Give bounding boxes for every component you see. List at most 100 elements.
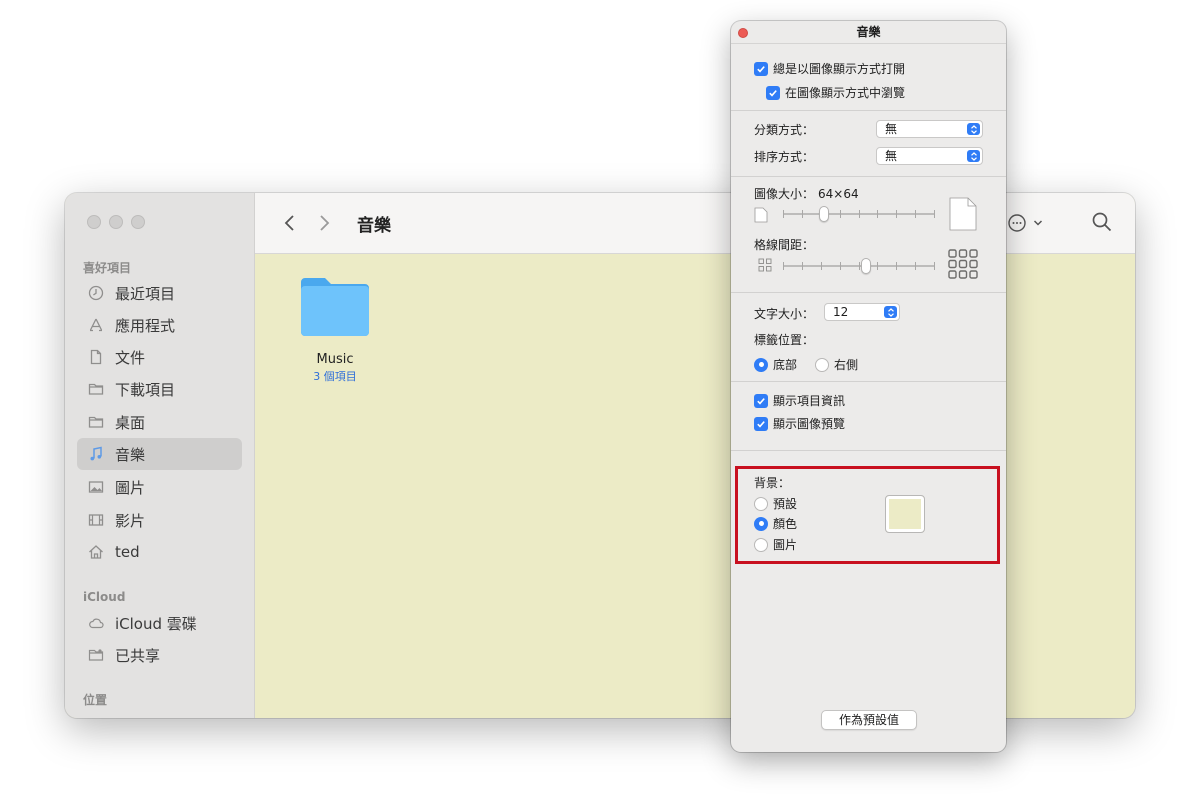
sidebar-item-downloads[interactable]: 下載項目 (77, 373, 242, 405)
sidebar-item-shared[interactable]: 已共享 (77, 639, 242, 671)
grid-spacing-slider[interactable] (783, 256, 935, 276)
sidebar-item-label: 桌面 (115, 413, 146, 432)
label-position-radio-group: 底部 右側 (754, 356, 858, 373)
sidebar-item-label: 最近項目 (115, 284, 176, 303)
ellipsis-circle-icon (1008, 214, 1026, 232)
folder-icon (87, 380, 105, 398)
window-title: 音樂 (357, 216, 391, 236)
slider-tick (877, 210, 878, 218)
window-controls (87, 215, 145, 229)
close-window-button[interactable] (87, 215, 101, 229)
radio-label: 右側 (834, 358, 859, 372)
small-document-icon (754, 207, 768, 223)
slider-tick (896, 210, 897, 218)
sidebar-item-label: 音樂 (115, 445, 146, 464)
slider-tick (859, 210, 860, 218)
icon-size-label-row: 圖像大小： 64×64 (754, 185, 859, 202)
sort-by-select[interactable]: 無 (876, 147, 983, 165)
label-bottom-radio[interactable] (754, 357, 768, 372)
photo-icon (87, 478, 105, 496)
chevron-down-icon (1033, 220, 1043, 226)
wide-grid-icon (948, 249, 978, 279)
folder-icon (87, 413, 105, 431)
always-open-icon-view-checkbox[interactable]: 總是以圖像顯示方式打開 (754, 60, 905, 77)
sidebar-item-desktop[interactable]: 桌面 (77, 406, 242, 438)
slider-tick (840, 210, 841, 218)
slider-knob[interactable] (861, 258, 871, 274)
slider-tick (783, 210, 784, 218)
divider (731, 450, 1006, 451)
sidebar-item-label: 影片 (115, 511, 146, 530)
icon-size-value: 64×64 (818, 186, 859, 201)
panel-close-button[interactable] (738, 28, 748, 38)
divider (731, 292, 1006, 293)
favorites-heading: 喜好項目 (83, 261, 132, 275)
up-down-chevron-icon (967, 150, 980, 162)
sidebar-item-icloud-drive[interactable]: iCloud 雲碟 (77, 607, 242, 639)
sort-by-label: 排序方式： (754, 150, 815, 164)
icon-size-slider[interactable] (783, 204, 935, 224)
sidebar-item-label: ted (115, 543, 140, 561)
sidebar-item-label: iCloud 雲碟 (115, 614, 197, 633)
divider (731, 381, 1006, 382)
use-as-defaults-button[interactable]: 作為預設值 (821, 710, 917, 730)
sidebar-item-label: 下載項目 (115, 380, 176, 399)
music-note-icon (87, 445, 105, 463)
sidebar-item-label: 圖片 (115, 478, 146, 497)
back-button[interactable] (279, 211, 301, 235)
sidebar-item-recents[interactable]: 最近項目 (77, 277, 242, 309)
checkmark-icon (766, 85, 780, 100)
slider-tick (896, 262, 897, 270)
chevron-right-icon (320, 215, 330, 231)
folder-item-music[interactable]: Music 3 個項目 (295, 276, 375, 384)
group-by-value: 無 (885, 122, 898, 136)
up-down-chevron-icon (884, 306, 897, 318)
home-icon (87, 543, 105, 561)
radio-label: 底部 (773, 358, 798, 372)
clock-icon (87, 284, 105, 302)
sidebar-item-label: 已共享 (115, 646, 161, 665)
folder-icon (301, 278, 369, 336)
slider-tick (877, 262, 878, 270)
checkmark-icon (754, 416, 768, 431)
show-item-info-checkbox[interactable]: 顯示項目資訊 (754, 392, 845, 409)
large-document-icon (949, 197, 977, 231)
show-icon-preview-checkbox[interactable]: 顯示圖像預覽 (754, 415, 845, 432)
slider-tick (915, 262, 916, 270)
zoom-window-button[interactable] (131, 215, 145, 229)
panel-title: 音樂 (731, 21, 1006, 44)
sidebar-item-home[interactable]: ted (77, 536, 242, 568)
sidebar-item-applications[interactable]: 應用程式 (77, 309, 242, 341)
sidebar: 喜好項目 最近項目 應用程式 文件 下載項目 桌面 音樂 圖片 影片 ted i… (65, 193, 255, 718)
search-icon (1092, 212, 1112, 232)
sidebar-item-movies[interactable]: 影片 (77, 504, 242, 536)
minimize-window-button[interactable] (109, 215, 123, 229)
background-section-highlight (735, 466, 1000, 564)
browse-icon-view-checkbox[interactable]: 在圖像顯示方式中瀏覽 (766, 84, 905, 101)
apps-icon (87, 316, 105, 334)
sidebar-item-label: 應用程式 (115, 316, 176, 335)
chevron-left-icon (284, 215, 294, 231)
more-actions-button[interactable] (1007, 213, 1043, 233)
grid-spacing-label: 格線間距： (754, 238, 815, 252)
sidebar-item-pictures[interactable]: 圖片 (77, 471, 242, 503)
sidebar-item-music[interactable]: 音樂 (77, 438, 242, 470)
checkbox-label: 在圖像顯示方式中瀏覽 (785, 86, 906, 100)
text-size-select[interactable]: 12 (824, 303, 900, 321)
slider-knob[interactable] (819, 206, 829, 222)
group-by-label: 分類方式： (754, 123, 815, 137)
checkbox-label: 顯示項目資訊 (773, 394, 846, 408)
icloud-heading: iCloud (83, 590, 126, 604)
forward-button[interactable] (313, 211, 335, 235)
film-icon (87, 511, 105, 529)
group-by-select[interactable]: 無 (876, 120, 983, 138)
divider (731, 176, 1006, 177)
sidebar-item-documents[interactable]: 文件 (77, 341, 242, 373)
checkbox-label: 總是以圖像顯示方式打開 (773, 62, 906, 76)
slider-tick (915, 210, 916, 218)
checkmark-icon (754, 61, 768, 76)
search-button[interactable] (1091, 211, 1113, 237)
label-right-radio[interactable] (815, 357, 830, 372)
cloud-icon (87, 614, 105, 632)
divider (731, 110, 1006, 111)
